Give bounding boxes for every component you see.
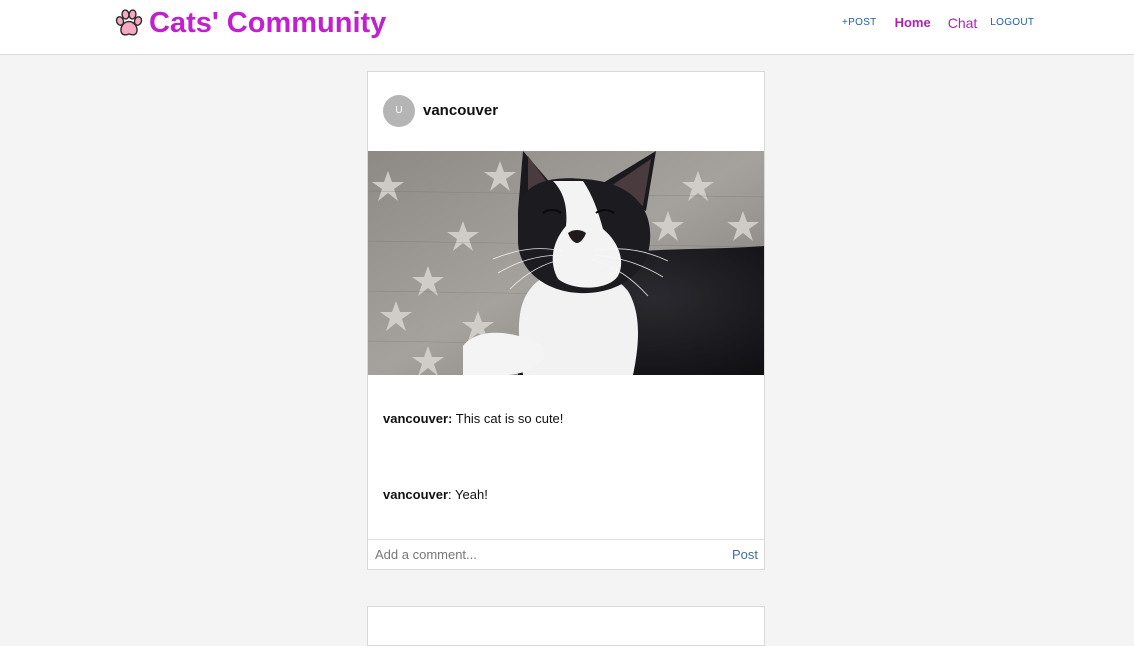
post-username[interactable]: vancouver: [423, 102, 498, 119]
comment-item: vancouver: Yeah!: [383, 487, 488, 502]
cat-photo: [368, 151, 764, 375]
post-comment-button[interactable]: Post: [732, 547, 758, 562]
comment-author[interactable]: vancouver: [383, 487, 448, 502]
post-card: U vancouver vancouver: This cat is so cu…: [367, 71, 765, 570]
comment-input[interactable]: [368, 540, 708, 569]
top-navbar: Cats' Community +POST Home Chat LOGOUT: [0, 0, 1134, 55]
nav-chat-link[interactable]: Chat: [948, 15, 978, 31]
brand[interactable]: Cats' Community: [113, 6, 386, 40]
comment-item: vancouver: This cat is so cute!: [383, 411, 563, 426]
site-title: Cats' Community: [149, 7, 387, 39]
comment-author[interactable]: vancouver:: [383, 411, 452, 426]
nav-home-link[interactable]: Home: [895, 15, 931, 30]
nav-logout-link[interactable]: LOGOUT: [990, 17, 1034, 28]
paw-icon: [115, 9, 143, 36]
comment-form: Post: [368, 539, 764, 569]
main-nav: +POST Home Chat LOGOUT: [842, 0, 1034, 45]
post-card: [367, 606, 765, 646]
comment-text: : Yeah!: [448, 487, 488, 502]
nav-new-post-link[interactable]: +POST: [842, 17, 877, 28]
comment-text: This cat is so cute!: [452, 411, 564, 426]
post-header: U vancouver: [368, 72, 764, 152]
avatar[interactable]: U: [383, 95, 415, 127]
